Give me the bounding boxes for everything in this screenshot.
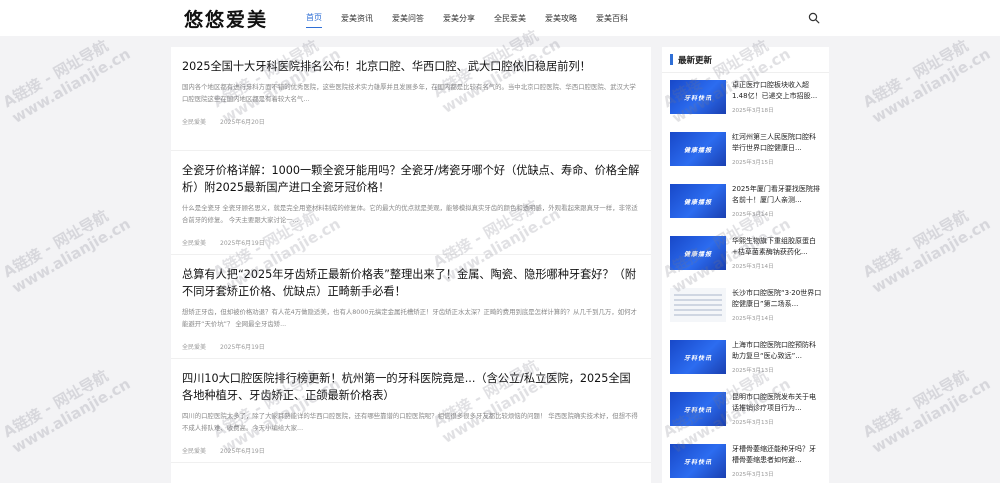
nav-item-5[interactable]: 爱美攻略 <box>545 9 577 28</box>
sidebar-thumbnail[interactable]: 健康播报 <box>670 184 726 218</box>
sidebar-thumbnail[interactable]: 健康播报 <box>670 132 726 166</box>
sidebar-heading-text: 最新更新 <box>678 55 713 66</box>
article-meta: 全民爱美 2025年6月19日 <box>182 446 640 455</box>
sidebar-item[interactable]: 牙科快讯 昆明市口腔医院发布关于电话推销诊疗项目行为... 2025年3月13日 <box>662 385 829 437</box>
sidebar-item[interactable]: 健康播报 华熙生物旗下重组胶原蛋白+枯草菌素酶钠获药化... 2025年3月14日 <box>662 229 829 281</box>
article-list: 2025全国十大牙科医院排名公布！北京口腔、华西口腔、武大口腔依旧稳居前列！ 国内… <box>171 47 651 483</box>
sidebar-thumbnail[interactable] <box>670 288 726 322</box>
thumbnail-label: 健康播报 <box>683 250 712 258</box>
article-author[interactable]: 全民爱美 <box>182 238 206 247</box>
thumbnail-label: 健康播报 <box>683 198 712 206</box>
site-header: 悠悠爱美 首页 爱美资讯 爱美问答 爱美分享 全民爱美 爱美攻略 爱美百科 <box>0 0 1000 36</box>
site-logo[interactable]: 悠悠爱美 <box>184 5 268 32</box>
nav-item-3[interactable]: 爱美分享 <box>443 9 475 28</box>
search-icon[interactable] <box>808 12 820 24</box>
sidebar-item[interactable]: 健康播报 红河州第三人民医院口腔科举行世界口腔健康日... 2025年3月15日 <box>662 125 829 177</box>
thumbnail-label: 牙科快讯 <box>683 94 712 102</box>
sidebar-item-date: 2025年3月13日 <box>732 368 774 374</box>
heading-accent-bar <box>670 54 673 65</box>
article-card: 总算有人把“2025年牙齿矫正最新价格表”整理出来了！金属、陶瓷、隐形哪种牙套好… <box>171 255 651 359</box>
article-author[interactable]: 全民爱美 <box>182 342 206 351</box>
sidebar-item-date: 2025年3月15日 <box>732 160 774 166</box>
sidebar-list: 牙科快讯 卓正医疗口腔板块收入超1.48亿！已递交上市招股... 2025年3月18… <box>662 73 829 483</box>
sidebar-item[interactable]: 牙科快讯 牙槽骨萎缩还能种牙吗？牙槽骨萎缩患者如何避... 2025年3月13日 <box>662 437 829 483</box>
sidebar-item-date: 2025年3月18日 <box>732 108 774 114</box>
sidebar-item-title[interactable]: 红河州第三人民医院口腔科举行世界口腔健康日... <box>732 132 822 154</box>
watermark: A链接 - 网址导航 www.alianjie.cn <box>0 366 134 457</box>
main-nav: 首页 爱美资讯 爱美问答 爱美分享 全民爱美 爱美攻略 爱美百科 <box>306 0 647 36</box>
sidebar-item[interactable]: 长沙市口腔医院“3·20世界口腔健康日”第二场系... 2025年3月14日 <box>662 281 829 333</box>
sidebar-item-title[interactable]: 昆明市口腔医院发布关于电话推销诊疗项目行为... <box>732 392 822 414</box>
sidebar-item-date: 2025年3月14日 <box>732 264 774 270</box>
sidebar-item-title[interactable]: 牙槽骨萎缩还能种牙吗？牙槽骨萎缩患者如何避... <box>732 444 822 466</box>
sidebar-item-title[interactable]: 2025年厦门看牙要找医院排名前十！厦门人亲测... <box>732 184 822 206</box>
sidebar-item-title[interactable]: 长沙市口腔医院“3·20世界口腔健康日”第二场系... <box>732 288 822 310</box>
watermark: A链接 - 网址导航 www.alianjie.cn <box>859 366 994 457</box>
nav-item-0[interactable]: 首页 <box>306 8 322 28</box>
sidebar-item-date: 2025年3月13日 <box>732 420 774 426</box>
sidebar-item[interactable]: 牙科快讯 卓正医疗口腔板块收入超1.48亿！已递交上市招股... 2025年3月18… <box>662 73 829 125</box>
latest-updates-sidebar: 最新更新 牙科快讯 卓正医疗口腔板块收入超1.48亿！已递交上市招股... 2025… <box>662 47 829 483</box>
article-author[interactable]: 全民爱美 <box>182 117 206 126</box>
article-date: 2025年6月19日 <box>220 344 265 351</box>
article-card: 四川10大口腔医院排行榜更新！杭州第一的牙科医院竟是...（含公立/私立医院，2… <box>171 359 651 463</box>
sidebar-thumbnail[interactable]: 牙科快讯 <box>670 340 726 374</box>
watermark: A链接 - 网址导航 www.alianjie.cn <box>859 206 994 297</box>
sidebar-item-date: 2025年3月14日 <box>732 316 774 322</box>
nav-item-1[interactable]: 爱美资讯 <box>341 9 373 28</box>
sidebar-item-title[interactable]: 华熙生物旗下重组胶原蛋白+枯草菌素酶钠获药化... <box>732 236 822 258</box>
sidebar-thumbnail[interactable]: 健康播报 <box>670 236 726 270</box>
sidebar-item-date: 2025年3月13日 <box>732 472 774 478</box>
article-author[interactable]: 全民爱美 <box>182 446 206 455</box>
nav-item-2[interactable]: 爱美问答 <box>392 9 424 28</box>
sidebar-thumbnail[interactable]: 牙科快讯 <box>670 392 726 426</box>
article-meta: 全民爱美 2025年6月19日 <box>182 342 640 351</box>
sidebar-heading: 最新更新 <box>662 47 829 73</box>
nav-item-6[interactable]: 爱美百科 <box>596 9 628 28</box>
sidebar-item[interactable]: 牙科快讯 上海市口腔医院口腔预防科助力复旦“医心致远”... 2025年3月13日 <box>662 333 829 385</box>
article-title[interactable]: 总算有人把“2025年牙齿矫正最新价格表”整理出来了！金属、陶瓷、隐形哪种牙套好… <box>182 266 640 300</box>
sidebar-thumbnail[interactable]: 牙科快讯 <box>670 444 726 478</box>
article-excerpt: 想矫正牙齿，但却被价格劝退？有人花4万做隐适美，也有人8000元搞定金属托槽矫正… <box>182 308 637 328</box>
article-excerpt: 什么是全瓷牙 全瓷牙顾名思义，就是完全用瓷材料制成的修复体。它的最大的优点就是美… <box>182 204 638 224</box>
article-meta: 全民爱美 2025年6月20日 <box>182 117 640 126</box>
watermark: A链接 - 网址导航 www.alianjie.cn <box>0 206 134 297</box>
article-excerpt: 国内各个地区都有进行牙科方面不错的优秀医院，这些医院技术实力雄厚并且发展多年，在… <box>182 83 636 103</box>
article-title[interactable]: 四川10大口腔医院排行榜更新！杭州第一的牙科医院竟是...（含公立/私立医院，2… <box>182 370 640 404</box>
watermark: A链接 - 网址导航 www.alianjie.cn <box>0 36 134 127</box>
nav-item-4[interactable]: 全民爱美 <box>494 9 526 28</box>
article-card: 全瓷牙价格详解：1000一颗全瓷牙能用吗？全瓷牙/烤瓷牙哪个好（优缺点、寿命、价… <box>171 151 651 255</box>
article-title[interactable]: 2025全国十大牙科医院排名公布！北京口腔、华西口腔、武大口腔依旧稳居前列！ <box>182 58 640 75</box>
article-date: 2025年6月19日 <box>220 240 265 247</box>
sidebar-item-date: 2025年3月14日 <box>732 212 774 218</box>
thumbnail-label: 牙科快讯 <box>683 354 712 362</box>
sidebar-item-title[interactable]: 上海市口腔医院口腔预防科助力复旦“医心致远”... <box>732 340 822 362</box>
article-date: 2025年6月19日 <box>220 448 265 455</box>
article-title[interactable]: 全瓷牙价格详解：1000一颗全瓷牙能用吗？全瓷牙/烤瓷牙哪个好（优缺点、寿命、价… <box>182 162 640 196</box>
article-meta: 全民爱美 2025年6月19日 <box>182 238 640 247</box>
thumbnail-label: 牙科快讯 <box>683 458 712 466</box>
article-date: 2025年6月20日 <box>220 119 265 126</box>
thumbnail-label: 牙科快讯 <box>683 406 712 414</box>
sidebar-item[interactable]: 健康播报 2025年厦门看牙要找医院排名前十！厦门人亲测... 2025年3月14日 <box>662 177 829 229</box>
watermark: A链接 - 网址导航 www.alianjie.cn <box>859 36 994 127</box>
thumbnail-label: 健康播报 <box>683 146 712 154</box>
article-excerpt: 四川的口腔医院太多了，除了大家耳熟能详的华西口腔医院，还有哪些靠谱的口腔医院呢？… <box>182 412 638 432</box>
article-card: 2025全国十大牙科医院排名公布！北京口腔、华西口腔、武大口腔依旧稳居前列！ 国内… <box>171 47 651 151</box>
sidebar-thumbnail[interactable]: 牙科快讯 <box>670 80 726 114</box>
sidebar-item-title[interactable]: 卓正医疗口腔板块收入超1.48亿！已递交上市招股... <box>732 80 822 102</box>
